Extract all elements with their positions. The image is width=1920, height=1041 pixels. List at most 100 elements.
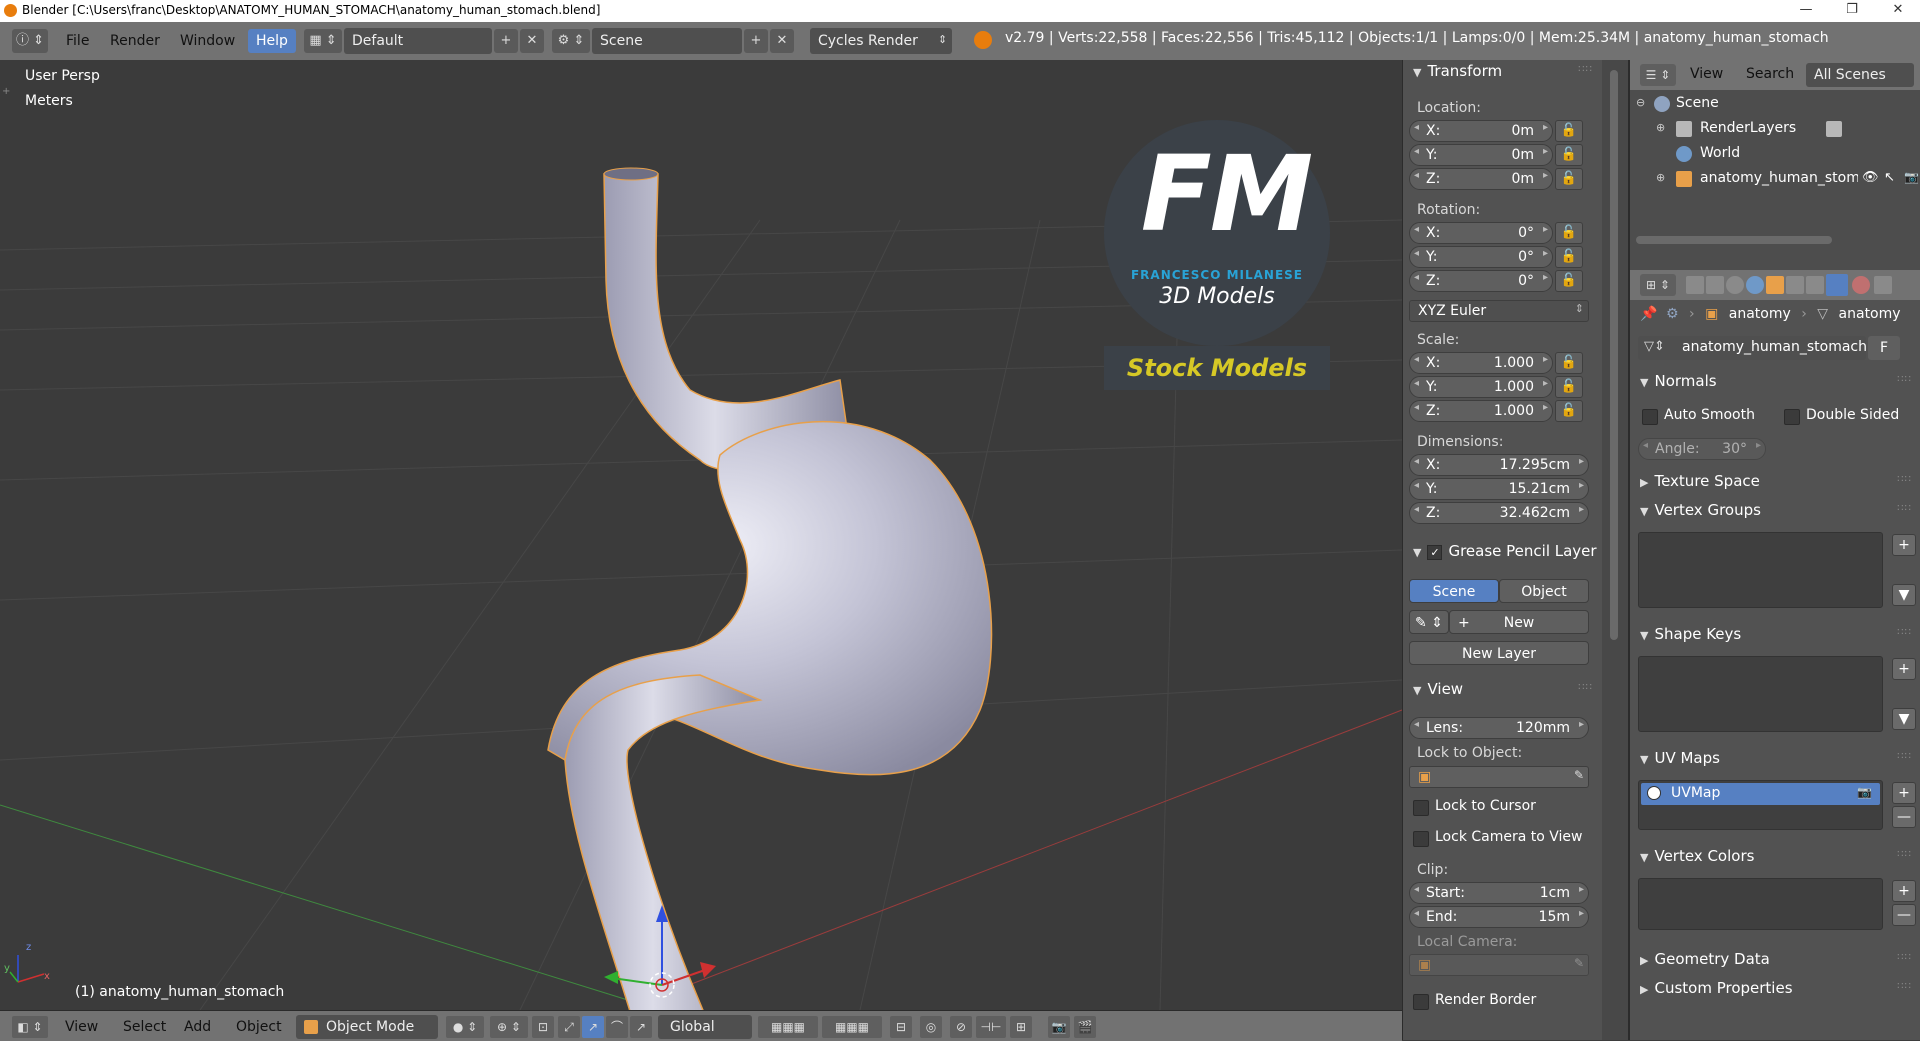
maximize-button[interactable]: ❐: [1832, 0, 1872, 22]
location-x-field[interactable]: ◂ X: 0m ▸: [1409, 120, 1553, 142]
rotation-z-lock-icon[interactable]: 🔓: [1555, 270, 1583, 292]
scale-x-lock-icon[interactable]: 🔓: [1555, 352, 1583, 374]
add-layout-icon[interactable]: +: [494, 29, 518, 53]
manipulator-toggle-icon[interactable]: ⊡: [532, 1016, 554, 1038]
scene-icon[interactable]: ⚙ ⇕: [552, 29, 590, 53]
grease-pencil-panel-header[interactable]: ▼ ✓ Grease Pencil Layer: [1413, 542, 1597, 560]
vertex-groups-list[interactable]: [1638, 532, 1883, 608]
breadcrumb-object[interactable]: anatomy: [1729, 306, 1791, 322]
rotation-y-field[interactable]: ◂ Y: 0° ▸: [1409, 246, 1553, 268]
scale-y-field[interactable]: ◂ Y: 1.000 ▸: [1409, 376, 1553, 398]
proportional-edit-icon[interactable]: ◎: [920, 1016, 942, 1038]
grease-scene-button[interactable]: Scene: [1409, 579, 1499, 603]
location-y-field[interactable]: ◂ Y: 0m ▸: [1409, 144, 1553, 166]
shape-key-add-button[interactable]: +: [1892, 658, 1916, 680]
opengl-render-icon[interactable]: 📷: [1048, 1016, 1070, 1038]
vertex-color-add-button[interactable]: +: [1892, 880, 1916, 902]
dimensions-z-field[interactable]: ◂ Z: 32.462cm ▸: [1409, 502, 1589, 524]
menu-select[interactable]: Select: [123, 1016, 166, 1038]
context-material-icon[interactable]: [1852, 276, 1870, 294]
renderable-camera-icon[interactable]: 📷: [1904, 170, 1919, 184]
vertex-colors-panel-header[interactable]: ▼ Vertex Colors: [1640, 847, 1754, 865]
view-panel-drag-handle[interactable]: ∷∷: [1578, 682, 1593, 693]
rotation-y-lock-icon[interactable]: 🔓: [1555, 246, 1583, 268]
uv-maps-panel-header[interactable]: ▼ UV Maps: [1640, 749, 1720, 767]
breadcrumb-mesh[interactable]: anatomy: [1839, 306, 1901, 322]
properties-editor-icon[interactable]: ⊞ ⇕: [1640, 274, 1676, 296]
outliner-menu-search[interactable]: Search: [1746, 66, 1794, 82]
menu-add[interactable]: Add: [184, 1016, 211, 1038]
context-object-icon[interactable]: [1766, 276, 1784, 294]
info-editor-icon[interactable]: ⓘ ⇕: [12, 29, 48, 53]
clip-start-field[interactable]: ◂ Start: 1cm ▸: [1409, 882, 1589, 904]
transform-panel-header[interactable]: ▼ Transform: [1413, 62, 1502, 80]
grease-new-button[interactable]: + New: [1449, 610, 1589, 634]
rotation-x-lock-icon[interactable]: 🔓: [1555, 222, 1583, 244]
outliner-scrollbar[interactable]: [1636, 236, 1832, 244]
context-texture-icon[interactable]: [1874, 276, 1892, 294]
manipulator-space-icon[interactable]: ↗: [630, 1016, 652, 1038]
scene-field[interactable]: Scene: [592, 28, 742, 54]
outliner-row-object[interactable]: ⊕ anatomy_human_stom 👁 ↖ 📷: [1630, 167, 1920, 191]
context-world-icon[interactable]: [1746, 276, 1764, 294]
remove-layout-icon[interactable]: ✕: [520, 29, 544, 53]
uv-map-item[interactable]: UVMap 📷: [1641, 783, 1880, 805]
grease-pencil-icon[interactable]: ✎ ⇕: [1409, 610, 1449, 634]
outliner-row-renderlayers[interactable]: ⊕ RenderLayers: [1630, 117, 1920, 141]
double-sided-checkbox[interactable]: [1784, 409, 1800, 425]
shape-key-specials-button[interactable]: ▼: [1892, 708, 1916, 730]
translate-icon[interactable]: ⤢: [558, 1016, 580, 1038]
uv-maps-list[interactable]: UVMap 📷: [1638, 780, 1883, 830]
layers-grid-2-icon[interactable]: ▦▦▦: [822, 1016, 882, 1038]
vertex-colors-drag-handle[interactable]: ∷∷: [1897, 849, 1912, 860]
fake-user-button[interactable]: F: [1868, 336, 1900, 360]
add-scene-icon[interactable]: +: [744, 29, 768, 53]
opengl-render-anim-icon[interactable]: 🎬: [1074, 1016, 1096, 1038]
geometry-data-drag-handle[interactable]: ∷∷: [1897, 952, 1912, 963]
scale-x-field[interactable]: ◂ X: 1.000 ▸: [1409, 352, 1553, 374]
scale-icon[interactable]: ⌒: [606, 1016, 628, 1038]
remove-scene-icon[interactable]: ✕: [770, 29, 794, 53]
context-scene-icon[interactable]: [1726, 276, 1744, 294]
outliner-display-mode[interactable]: All Scenes: [1806, 63, 1914, 87]
snap-element-icon[interactable]: ⊣⊢: [976, 1016, 1006, 1038]
uv-map-add-button[interactable]: +: [1892, 782, 1916, 804]
mesh-name[interactable]: anatomy_human_stomach: [1682, 339, 1867, 355]
angle-field[interactable]: ◂ Angle: 30° ▸: [1638, 438, 1766, 460]
collapse-icon[interactable]: ⊖: [1636, 96, 1645, 109]
location-x-lock-icon[interactable]: 🔓: [1555, 120, 1583, 142]
shape-keys-drag-handle[interactable]: ∷∷: [1897, 627, 1912, 638]
lock-layers-icon[interactable]: ⊟: [890, 1016, 912, 1038]
uv-map-render-camera-icon[interactable]: 📷: [1857, 785, 1872, 799]
outliner-row-scene[interactable]: ⊖ Scene: [1630, 92, 1920, 116]
auto-smooth-checkbox[interactable]: [1642, 409, 1658, 425]
pin-icon[interactable]: 📌: [1640, 306, 1657, 322]
grease-pencil-checkbox[interactable]: ✓: [1427, 545, 1443, 560]
uv-map-remove-button[interactable]: —: [1892, 806, 1916, 828]
expand-icon[interactable]: ⊕: [1656, 171, 1665, 184]
outliner-row-world[interactable]: World: [1630, 142, 1920, 166]
menu-object[interactable]: Object: [236, 1016, 282, 1038]
lens-field[interactable]: ◂ Lens: 120mm ▸: [1409, 717, 1589, 739]
lock-camera-checkbox[interactable]: [1413, 831, 1429, 847]
rotation-z-field[interactable]: ◂ Z: 0° ▸: [1409, 270, 1553, 292]
lock-object-field[interactable]: ▣ ✎: [1409, 766, 1589, 788]
location-z-lock-icon[interactable]: 🔓: [1555, 168, 1583, 190]
geometry-data-panel-header[interactable]: ▶ Geometry Data: [1640, 950, 1770, 968]
grease-object-button[interactable]: Object: [1499, 579, 1589, 603]
dimensions-x-field[interactable]: ◂ X: 17.295cm ▸: [1409, 454, 1589, 476]
3d-viewport[interactable]: z x y User Persp Meters (1) anatomy_huma…: [0, 60, 1402, 1010]
local-camera-field[interactable]: ▣ ✎: [1409, 954, 1589, 976]
snap-toggle-icon[interactable]: ⊘: [950, 1016, 972, 1038]
menu-file[interactable]: File: [58, 29, 97, 53]
renderlayer-toggle-icon[interactable]: [1826, 121, 1842, 137]
pivot-point-icon[interactable]: ⊕ ⇕: [490, 1016, 528, 1038]
rotation-mode-dropdown[interactable]: XYZ Euler ⇕: [1409, 300, 1589, 322]
texture-space-drag-handle[interactable]: ∷∷: [1897, 474, 1912, 485]
minimize-button[interactable]: —: [1786, 0, 1826, 22]
vertex-group-add-button[interactable]: +: [1892, 534, 1916, 556]
outliner-menu-view[interactable]: View: [1690, 66, 1723, 82]
transform-orientation-dropdown[interactable]: Global: [658, 1015, 752, 1039]
uv-map-name[interactable]: UVMap: [1671, 785, 1720, 801]
menu-help[interactable]: Help: [248, 29, 296, 53]
